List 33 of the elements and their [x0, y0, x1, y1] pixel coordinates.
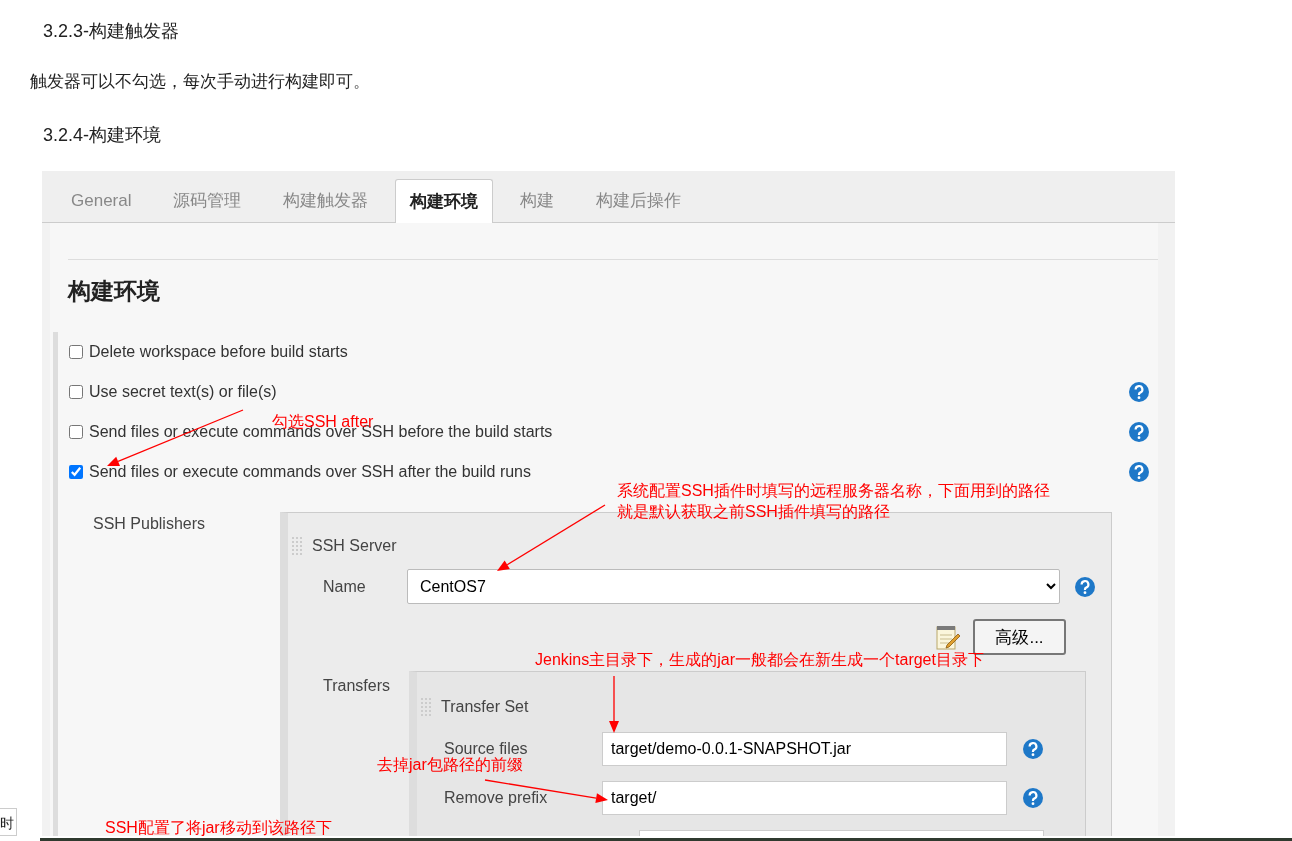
arrow — [609, 675, 619, 733]
annotation-text: SSH配置了将jar移动到该路径下 — [105, 818, 332, 838]
help-icon — [1022, 787, 1044, 809]
field-label: Source files — [444, 740, 528, 757]
checkbox-label: Send files or execute commands over SSH after the build runs — [89, 463, 531, 481]
notepad-icon — [935, 623, 961, 651]
annotation-text: 系统配置SSH插件时填写的远程服务器名称，下面用到的路径 就是默认获取之前SSH插件填写的路径 — [617, 481, 1050, 522]
input-field[interactable]: target/ — [602, 781, 1007, 815]
panel-title: SSH Server — [312, 537, 397, 555]
field-label: Transfers — [323, 676, 391, 695]
section-title: 构建环境 — [68, 277, 161, 306]
checkbox[interactable] — [69, 385, 83, 399]
input-field[interactable]: target/demo-0.0.1-SNAPSHOT.jar — [602, 732, 1007, 766]
field-label: SSH Publishers — [93, 514, 207, 533]
tab[interactable]: 构建环境 — [395, 179, 494, 223]
help-icon — [1022, 738, 1044, 760]
checkbox[interactable] — [69, 465, 83, 479]
server-select[interactable]: CentOS7 — [407, 569, 1060, 604]
help-icon — [1074, 575, 1096, 598]
checkbox-label: Use secret text(s) or file(s) — [89, 383, 277, 401]
section-heading: 3.2.3-构建触发器 — [43, 20, 181, 42]
side-tab[interactable]: 时 — [0, 808, 17, 836]
section-heading: 3.2.4-构建环境 — [43, 124, 163, 146]
paragraph: 触发器可以不勾选，每次手动进行构建即可。 — [30, 71, 371, 93]
checkbox[interactable] — [69, 425, 83, 439]
checkbox[interactable] — [69, 345, 83, 359]
grip-handle-icon — [290, 535, 304, 557]
annotation-text: 去掉jar包路径的前缀 — [377, 755, 523, 775]
field-label: Name — [323, 577, 367, 596]
grip-handle-icon — [419, 696, 433, 718]
panel-title: Transfer Set — [441, 698, 529, 716]
checkbox-label: Delete workspace before build starts — [89, 343, 348, 361]
field-label: Remove prefix — [444, 789, 548, 807]
